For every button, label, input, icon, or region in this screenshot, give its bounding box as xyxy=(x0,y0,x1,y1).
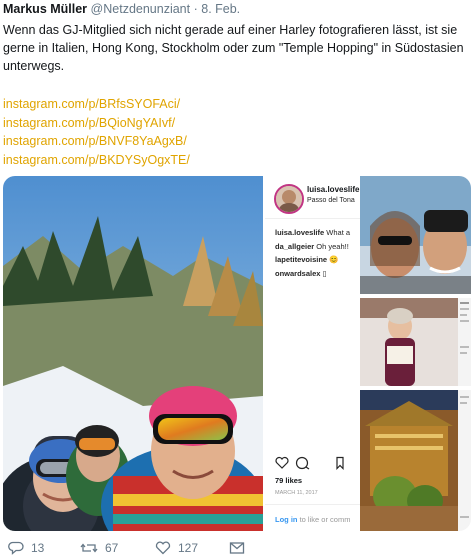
comment-row: da_allgeier Oh yeah!! xyxy=(275,241,349,251)
instagram-username: luisa.loveslife xyxy=(307,185,360,194)
instagram-screenshot-photo[interactable]: luisa.loveslife Passo del Tona luisa.lov… xyxy=(265,176,471,531)
heart-icon xyxy=(275,456,289,469)
instagram-link[interactable]: instagram.com/p/BRfsSYOFAci/ xyxy=(3,95,190,114)
tweet-header: Markus Müller @Netzdenunziant · 8. Feb. xyxy=(3,2,240,16)
reply-icon xyxy=(8,541,24,555)
tweet-media: luisa.loveslife Passo del Tona luisa.lov… xyxy=(3,176,471,531)
instagram-link[interactable]: instagram.com/p/BKDYSyOgxTE/ xyxy=(3,151,190,170)
message-icon xyxy=(229,542,245,554)
like-icon xyxy=(155,541,171,555)
reply-button[interactable]: 13 xyxy=(8,541,44,555)
instagram-link[interactable]: instagram.com/p/BNVF8YaAgxB/ xyxy=(3,132,190,151)
divider xyxy=(265,218,360,219)
reply-count: 13 xyxy=(31,541,45,555)
header-separator: · xyxy=(193,2,198,16)
direct-message-button[interactable] xyxy=(229,541,245,555)
comment-bubble-icon xyxy=(295,456,310,470)
author-name[interactable]: Markus Müller xyxy=(3,2,87,16)
author-handle[interactable]: @Netzdenunziant xyxy=(91,2,191,16)
instagram-avatar xyxy=(274,184,304,214)
instagram-location: Passo del Tona xyxy=(307,197,355,204)
bookmark-icon xyxy=(336,456,344,470)
instagram-comments: luisa.loveslife What a da_allgeier Oh ye… xyxy=(275,226,350,280)
instagram-likes: 79 likes xyxy=(275,476,303,485)
comment-row: onwardsalex ▯ xyxy=(275,268,327,278)
retweet-icon xyxy=(80,543,98,553)
instagram-link[interactable]: instagram.com/p/BQioNgYAIvf/ xyxy=(3,114,190,133)
instagram-actions xyxy=(275,456,345,475)
instagram-post-date: MARCH 11, 2017 xyxy=(275,490,318,496)
instagram-login-link[interactable]: Log in xyxy=(275,515,298,524)
tweet-links: instagram.com/p/BRfsSYOFAci/ instagram.c… xyxy=(3,95,190,169)
tweet-text: Wenn das GJ-Mitglied sich nicht gerade a… xyxy=(3,23,464,73)
ski-selfie-image xyxy=(3,176,263,531)
like-button[interactable]: 127 xyxy=(155,541,198,555)
comment-row: luisa.loveslife What a xyxy=(275,228,351,237)
collage-image xyxy=(360,176,471,531)
divider xyxy=(265,504,360,505)
instagram-photo-collage xyxy=(360,176,471,531)
instagram-login-prompt: Log in to like or comm xyxy=(275,515,351,524)
retweet-button[interactable]: 67 xyxy=(80,541,118,555)
tweet-date[interactable]: 8. Feb. xyxy=(201,2,240,16)
ski-selfie-photo[interactable] xyxy=(3,176,263,531)
instagram-post-pane: luisa.loveslife Passo del Tona luisa.lov… xyxy=(265,176,360,531)
retweet-count: 67 xyxy=(105,541,119,555)
tweet-action-bar: 13 67 127 xyxy=(0,538,474,560)
comment-row: lapetitevoisine 😊 xyxy=(275,255,339,264)
like-count: 127 xyxy=(178,541,199,555)
